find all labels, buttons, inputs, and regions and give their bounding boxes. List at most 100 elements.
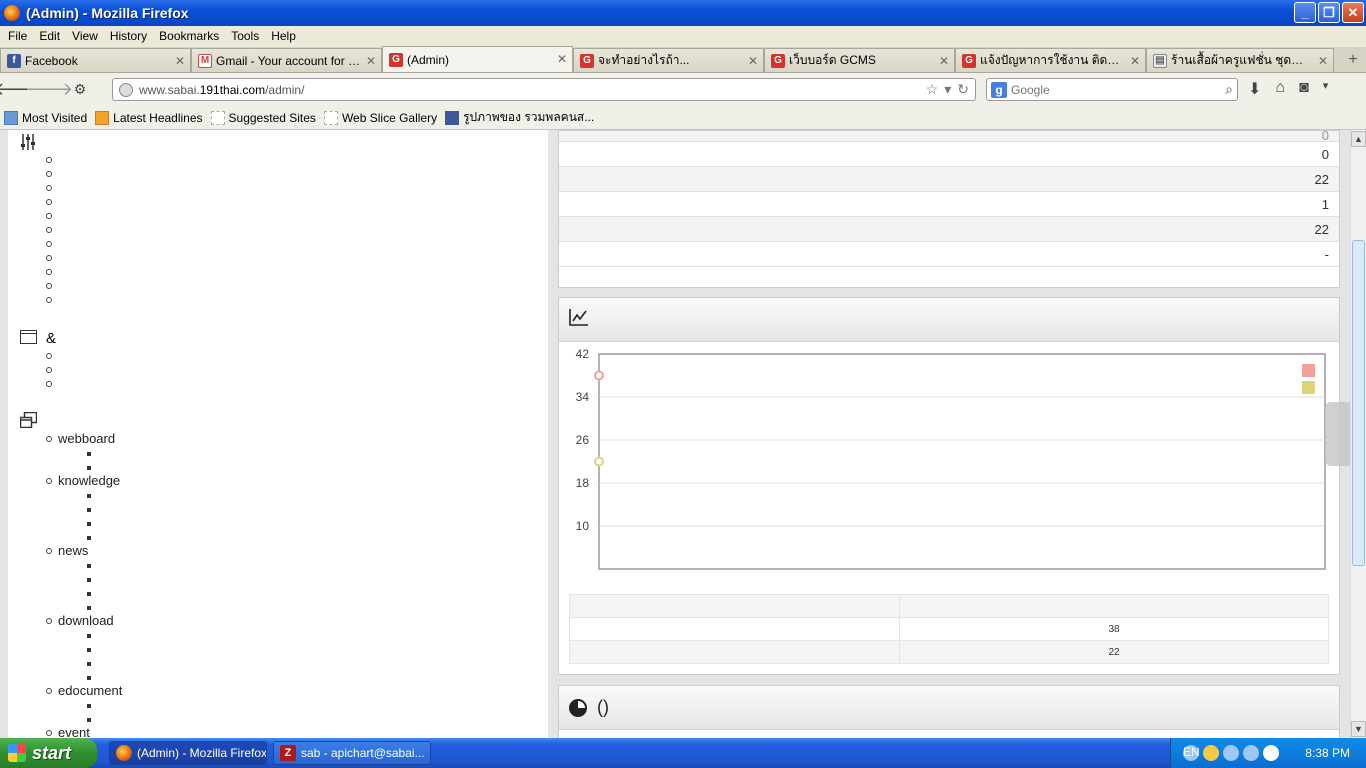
bookmark-suggested-sites[interactable]: Suggested Sites — [210, 110, 316, 125]
taskbar-item-firefox[interactable]: (Admin) - Mozilla Firefox — [109, 741, 267, 765]
side-panel-handle[interactable] — [1325, 402, 1350, 466]
submenu-bullet[interactable] — [87, 466, 91, 470]
menu-dropdown-icon[interactable]: ▾ — [1323, 79, 1329, 99]
tab-close-icon[interactable]: ✕ — [366, 54, 376, 68]
menu-bullet[interactable] — [46, 381, 52, 387]
menu-bullet[interactable] — [46, 241, 52, 247]
submenu-bullet[interactable] — [87, 606, 91, 610]
menu-help[interactable]: Help — [265, 29, 302, 43]
home-icon[interactable]: ⌂ — [1275, 79, 1285, 99]
menu-bullet[interactable] — [46, 297, 52, 303]
panda-icon[interactable] — [1263, 745, 1279, 761]
bookmark-most-visited[interactable]: Most Visited — [4, 110, 87, 125]
submenu-bullet[interactable] — [87, 522, 91, 526]
start-button[interactable]: start — [0, 738, 97, 768]
web-slice-icon — [323, 110, 338, 125]
module-event[interactable]: event — [58, 725, 90, 738]
taskbar-item-filezilla[interactable]: Z sab - apichart@sabai... — [273, 741, 431, 765]
module-webboard[interactable]: webboard — [58, 431, 115, 446]
menu-edit[interactable]: Edit — [33, 29, 66, 43]
menu-tools[interactable]: Tools — [225, 29, 265, 43]
scroll-thumb[interactable] — [1352, 240, 1365, 566]
tab-webboard-gcms[interactable]: G เว็บบอร์ด GCMS ✕ — [764, 48, 955, 72]
dropdown-icon[interactable]: ▾ — [944, 81, 951, 98]
clock[interactable]: 8:38 PM — [1305, 746, 1350, 760]
tab-close-icon[interactable]: ✕ — [557, 52, 567, 66]
tab-thai-2[interactable]: G แจ้งปัญหาการใช้งาน ติดตั้ง เส... ✕ — [955, 48, 1146, 72]
menu-bullet[interactable] — [46, 353, 52, 359]
bookmark-facebook-photos[interactable]: รูปภาพของ รวมพลคนส... — [445, 108, 594, 127]
google-search-engine-icon[interactable]: g — [991, 81, 1007, 98]
submenu-bullet[interactable] — [87, 564, 91, 568]
tab-close-icon[interactable]: ✕ — [1130, 54, 1140, 68]
tab-facebook[interactable]: f Facebook ✕ — [0, 48, 191, 72]
search-bar[interactable]: g ⌕ — [986, 78, 1238, 101]
submenu-bullet[interactable] — [87, 648, 91, 652]
search-input[interactable] — [1011, 82, 1191, 97]
bookmark-star-icon[interactable]: ☆ — [926, 81, 939, 98]
menu-bullet[interactable] — [46, 367, 52, 373]
tab-thai-3[interactable]: ▤ ร้านเสื้อผ้าครูแฟชั่น ชุดทำงาน... ✕ — [1146, 48, 1334, 72]
submenu-bullet[interactable] — [87, 718, 91, 722]
menu-bullet[interactable] — [46, 185, 52, 191]
menu-bullet[interactable] — [46, 157, 52, 163]
menu-bullet[interactable] — [46, 283, 52, 289]
menu-bookmarks[interactable]: Bookmarks — [153, 29, 225, 43]
bookmark-web-slice-gallery[interactable]: Web Slice Gallery — [323, 110, 437, 125]
url-text[interactable]: www.sabai.191thai.com/admin/ — [139, 83, 304, 97]
menu-file[interactable]: File — [2, 29, 33, 43]
close-window-button[interactable]: ✕ — [1342, 2, 1364, 23]
menu-bullet[interactable] — [46, 227, 52, 233]
menu-bullet[interactable] — [46, 199, 52, 205]
tab-thai-1[interactable]: G จะทำอย่างไรถ้า... ✕ — [573, 48, 764, 72]
module-news[interactable]: news — [58, 543, 88, 558]
submenu-bullet[interactable] — [87, 452, 91, 456]
menu-bullet[interactable] — [46, 255, 52, 261]
submenu-bullet[interactable] — [87, 676, 91, 680]
screenshot-icon[interactable]: ◙ — [1299, 79, 1309, 99]
bookmark-latest-headlines[interactable]: Latest Headlines — [95, 110, 203, 125]
download-icon[interactable]: ⬇ — [1248, 79, 1261, 99]
security-shield-icon[interactable] — [1203, 745, 1219, 761]
url-bar[interactable]: www.sabai.191thai.com/admin/ ☆ ▾ ↻ — [112, 78, 976, 101]
modules-windows-icon — [19, 411, 38, 429]
reload-icon[interactable]: ↻ — [957, 81, 969, 98]
menu-bullet[interactable] — [46, 269, 52, 275]
submenu-bullet[interactable] — [87, 662, 91, 666]
submenu-bullet[interactable] — [87, 592, 91, 596]
vertical-scrollbar[interactable]: ▲ ▼ — [1350, 130, 1366, 738]
submenu-bullet[interactable] — [87, 536, 91, 540]
forward-button[interactable]: 🡒 — [25, 77, 73, 103]
cell: 22 — [899, 640, 1329, 664]
maximize-button[interactable]: ❐ — [1318, 2, 1340, 23]
tab-admin[interactable]: G (Admin) ✕ — [382, 46, 573, 72]
module-knowledge[interactable]: knowledge — [58, 473, 120, 488]
tray-app-icon[interactable] — [1223, 745, 1239, 761]
scroll-down-icon[interactable]: ▼ — [1351, 721, 1366, 737]
menu-history[interactable]: History — [104, 29, 153, 43]
menu-bullet[interactable] — [46, 171, 52, 177]
tab-close-icon[interactable]: ✕ — [939, 54, 949, 68]
submenu-bullet[interactable] — [87, 578, 91, 582]
tab-close-icon[interactable]: ✕ — [1318, 54, 1328, 68]
language-indicator[interactable]: EN — [1183, 745, 1200, 759]
scroll-up-icon[interactable]: ▲ — [1351, 131, 1366, 147]
menu-bullet[interactable] — [46, 213, 52, 219]
submenu-bullet[interactable] — [87, 508, 91, 512]
tab-gmail[interactable]: M Gmail - Your account for sab... ✕ — [191, 48, 382, 72]
new-tab-button[interactable]: + — [1340, 48, 1366, 72]
search-icon[interactable]: ⌕ — [1225, 81, 1233, 98]
tab-close-icon[interactable]: ✕ — [748, 54, 758, 68]
minimize-button[interactable]: _ — [1294, 2, 1316, 23]
network-icon[interactable] — [1243, 745, 1259, 761]
menu-view[interactable]: View — [66, 29, 104, 43]
module-edocument[interactable]: edocument — [58, 683, 122, 698]
tab-close-icon[interactable]: ✕ — [175, 54, 185, 68]
module-download[interactable]: download — [58, 613, 114, 628]
module-bullet — [46, 618, 52, 624]
addon-icon[interactable]: ⚙ — [67, 77, 93, 103]
submenu-bullet[interactable] — [87, 494, 91, 498]
submenu-bullet[interactable] — [87, 634, 91, 638]
submenu-bullet[interactable] — [87, 704, 91, 708]
table-row: 38 — [569, 617, 1329, 641]
